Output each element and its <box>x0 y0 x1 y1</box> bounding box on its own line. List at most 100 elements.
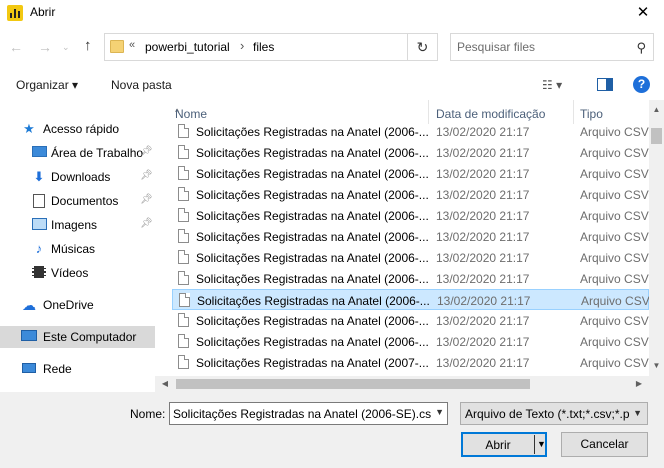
file-row[interactable]: Solicitações Registradas na Anatel (2006… <box>172 142 649 163</box>
scroll-left-arrow-icon[interactable]: ◀ <box>157 376 173 392</box>
file-list: ^ Nome Data de modificação Tipo Solicita… <box>170 100 649 376</box>
sidebar-item-videos[interactable]: Vídeos <box>0 262 155 284</box>
sidebar-item-label: Downloads <box>51 170 111 184</box>
file-row[interactable]: Solicitações Registradas na Anatel (2006… <box>172 205 649 226</box>
recent-locations-chevron-icon[interactable]: ⌄ <box>62 42 70 53</box>
file-type: Arquivo CSV <box>580 209 649 223</box>
file-date: 13/02/2020 21:17 <box>436 356 530 370</box>
music-icon: ♪ <box>35 241 43 256</box>
horizontal-scroll-thumb[interactable] <box>176 379 530 389</box>
file-name: Solicitações Registradas na Anatel (2006… <box>196 125 429 139</box>
search-box[interactable]: ⚲ <box>450 33 654 61</box>
file-type: Arquivo CSV <box>580 125 649 139</box>
file-row[interactable]: Solicitações Registradas na Anatel (2006… <box>172 184 649 205</box>
file-icon <box>178 250 189 264</box>
file-date: 13/02/2020 21:17 <box>436 167 530 181</box>
breadcrumb-item[interactable]: files <box>253 40 274 54</box>
sidebar-item-this-pc[interactable]: Este Computador <box>0 326 155 348</box>
file-row[interactable]: Solicitações Registradas na Anatel (2006… <box>172 247 649 268</box>
folder-icon <box>110 40 124 53</box>
help-icon[interactable]: ? <box>633 76 650 93</box>
breadcrumb-overflow[interactable]: « <box>129 39 135 51</box>
up-arrow-icon[interactable]: ↑ <box>84 37 92 54</box>
sidebar-item-label: Área de Trabalho <box>51 146 144 160</box>
vertical-scroll-thumb[interactable] <box>651 128 662 144</box>
vertical-scrollbar[interactable]: ▲ ▼ <box>649 100 664 376</box>
sidebar-item-label: Documentos <box>51 194 119 208</box>
address-bar[interactable]: « powerbi_tutorial › files ↻ <box>104 33 438 61</box>
file-icon <box>178 208 189 222</box>
window-title: Abrir <box>30 5 56 19</box>
file-row[interactable]: Solicitações Registradas na Anatel (2006… <box>172 268 649 289</box>
horizontal-scrollbar[interactable]: ◀ ▶ <box>155 376 649 392</box>
file-row[interactable]: Solicitações Registradas na Anatel (2006… <box>172 121 649 142</box>
file-row[interactable]: Solicitações Registradas na Anatel (2006… <box>172 163 649 184</box>
file-icon <box>178 166 189 180</box>
forward-arrow-icon[interactable]: → <box>38 39 52 55</box>
open-button[interactable]: Abrir ▼ <box>461 432 547 457</box>
scroll-right-arrow-icon[interactable]: ▶ <box>631 376 647 392</box>
file-row[interactable]: Solicitações Registradas na Anatel (2006… <box>172 310 649 331</box>
view-options-icon[interactable]: ☷ ▾ <box>542 78 562 92</box>
file-type: Arquivo CSV <box>580 188 649 202</box>
sidebar-item-music[interactable]: ♪ Músicas <box>0 238 155 260</box>
file-type: Arquivo CSV <box>581 294 649 308</box>
file-row[interactable]: Solicitações Registradas na Anatel (2006… <box>172 331 649 352</box>
filename-input[interactable] <box>173 406 431 422</box>
breadcrumb-separator[interactable]: › <box>240 38 244 53</box>
chevron-down-icon[interactable]: ▼ <box>435 407 444 417</box>
new-folder-button[interactable]: Nova pasta <box>111 78 172 92</box>
column-header-label: Nome <box>175 107 208 121</box>
command-bar: Organizar ▾ Nova pasta ☷ ▾ ? <box>0 70 664 100</box>
filetype-select[interactable]: Arquivo de Texto (*.txt;*.csv;*.p ▼ <box>460 402 648 425</box>
filetype-value: Arquivo de Texto (*.txt;*.csv;*.p <box>465 407 629 421</box>
sidebar-item-documents[interactable]: Documentos 📌︎ <box>0 190 155 212</box>
open-button-label: Abrir <box>485 438 511 452</box>
file-name: Solicitações Registradas na Anatel (2006… <box>196 335 429 349</box>
back-arrow-icon[interactable]: ← <box>9 39 23 55</box>
file-row[interactable]: Solicitações Registradas na Anatel (2007… <box>172 352 649 373</box>
refresh-button[interactable]: ↻ <box>407 34 437 60</box>
file-type: Arquivo CSV <box>580 146 649 160</box>
column-header-label: Tipo <box>580 107 603 121</box>
desktop-icon <box>31 146 47 160</box>
file-row-selected[interactable]: Solicitações Registradas na Anatel (2006… <box>172 289 649 310</box>
sidebar-item-onedrive[interactable]: ☁ OneDrive <box>0 294 155 316</box>
preview-pane-icon[interactable] <box>597 78 613 91</box>
cancel-button[interactable]: Cancelar <box>561 432 648 457</box>
search-icon[interactable]: ⚲ <box>636 40 646 56</box>
sidebar-item-network[interactable]: Rede <box>0 358 155 380</box>
file-name: Solicitações Registradas na Anatel (2006… <box>197 294 430 308</box>
file-type: Arquivo CSV <box>580 314 649 328</box>
file-icon <box>179 293 190 307</box>
open-options-chevron-icon[interactable]: ▼ <box>537 439 546 449</box>
file-name: Solicitações Registradas na Anatel (2006… <box>196 188 429 202</box>
dialog-footer: Nome: ▼ Arquivo de Texto (*.txt;*.csv;*.… <box>0 392 664 468</box>
file-type: Arquivo CSV <box>580 251 649 265</box>
organize-menu[interactable]: Organizar ▾ <box>16 78 78 92</box>
network-icon <box>21 362 37 376</box>
refresh-icon: ↻ <box>416 39 429 55</box>
file-icon <box>178 313 189 327</box>
videos-icon <box>31 266 47 280</box>
file-type: Arquivo CSV <box>580 230 649 244</box>
sidebar-item-quick-access[interactable]: ★ Acesso rápido <box>0 118 155 140</box>
search-input[interactable] <box>457 39 627 55</box>
sidebar-item-downloads[interactable]: ⬇ Downloads 📌︎ <box>0 166 155 188</box>
sidebar-item-label: OneDrive <box>43 298 94 312</box>
file-name: Solicitações Registradas na Anatel (2006… <box>196 167 429 181</box>
pin-icon: 📌︎ <box>140 218 153 229</box>
file-name: Solicitações Registradas na Anatel (2007… <box>196 356 429 370</box>
scroll-down-arrow-icon[interactable]: ▼ <box>649 358 664 373</box>
sidebar-item-label: Acesso rápido <box>43 122 120 136</box>
sidebar-item-pictures[interactable]: Imagens 📌︎ <box>0 214 155 236</box>
breadcrumb-item[interactable]: powerbi_tutorial <box>145 40 230 54</box>
filename-field[interactable]: ▼ <box>169 402 448 425</box>
star-icon: ★ <box>23 121 35 136</box>
cloud-icon: ☁ <box>22 297 36 313</box>
close-button[interactable]: ✕ <box>622 0 664 26</box>
scroll-up-arrow-icon[interactable]: ▲ <box>649 102 664 117</box>
sidebar-item-desktop[interactable]: Área de Trabalho 📌︎ <box>0 142 155 164</box>
file-row[interactable]: Solicitações Registradas na Anatel (2006… <box>172 226 649 247</box>
pin-icon: 📌︎ <box>140 146 153 157</box>
